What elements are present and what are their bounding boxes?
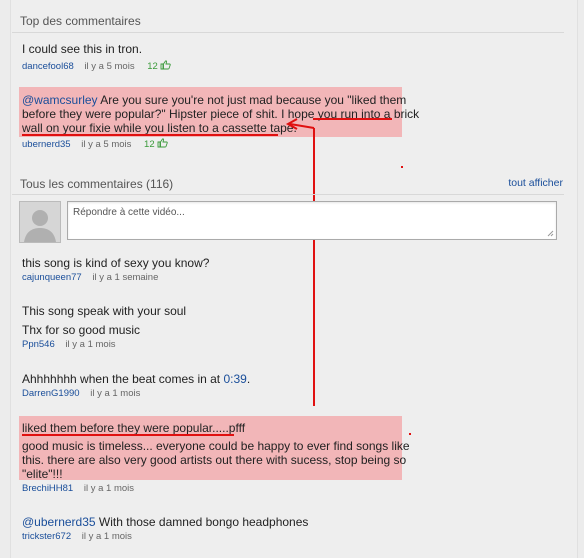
- avatar: [19, 201, 61, 243]
- comment-author-link[interactable]: trickster672: [22, 531, 71, 542]
- comment-age: il y a 1 semaine: [92, 272, 159, 283]
- comment-meta: Ppn546 il y a 1 mois: [22, 339, 116, 350]
- comment-author-link[interactable]: BrechiHH81: [22, 483, 73, 494]
- resize-handle-icon[interactable]: [547, 230, 554, 237]
- comment-author-link[interactable]: cajunqueen77: [22, 272, 82, 283]
- comment-meta: cajunqueen77 il y a 1 semaine: [22, 272, 158, 283]
- comment-text-line: "elite"!!!: [22, 467, 63, 481]
- user-silhouette-icon: [20, 202, 60, 242]
- comment-age: il y a 1 mois: [65, 339, 116, 350]
- annotation-underline: [22, 434, 234, 436]
- comment-age: il y a 1 mois: [90, 388, 141, 399]
- comment-text: this song is kind of sexy you know?: [22, 256, 210, 270]
- comment-meta: trickster672 il y a 1 mois: [22, 531, 132, 542]
- comment-text-line: Thx for so good music: [22, 323, 141, 337]
- comment-text: Ahhhhhhh when the beat comes in at 0:39.: [22, 372, 251, 386]
- see-all-link[interactable]: tout afficher: [508, 177, 563, 189]
- all-comments-title: Tous les commentaires (116): [20, 177, 174, 191]
- reply-input[interactable]: Répondre à cette vidéo...: [67, 201, 557, 240]
- comment-author-link[interactable]: DarrenG1990: [22, 388, 80, 399]
- comment-meta: DarrenG1990 il y a 1 mois: [22, 388, 140, 399]
- comment-text-line: this. there are also very good artists o…: [22, 453, 407, 467]
- timestamp-link[interactable]: 0:39: [223, 372, 246, 386]
- comment-author-link[interactable]: Ppn546: [22, 339, 55, 350]
- comment-text: @ubernerd35 With those damned bongo head…: [22, 515, 309, 529]
- reply-placeholder: Répondre à cette vidéo...: [73, 207, 185, 218]
- comment-text-line: This song speak with your soul: [22, 304, 187, 318]
- comment-age: il y a 1 mois: [81, 531, 132, 542]
- divider: [12, 194, 564, 195]
- comment-meta: BrechiHH81 il y a 1 mois: [22, 483, 134, 494]
- mention-link[interactable]: @ubernerd35: [22, 515, 96, 529]
- comment-age: il y a 1 mois: [83, 483, 135, 494]
